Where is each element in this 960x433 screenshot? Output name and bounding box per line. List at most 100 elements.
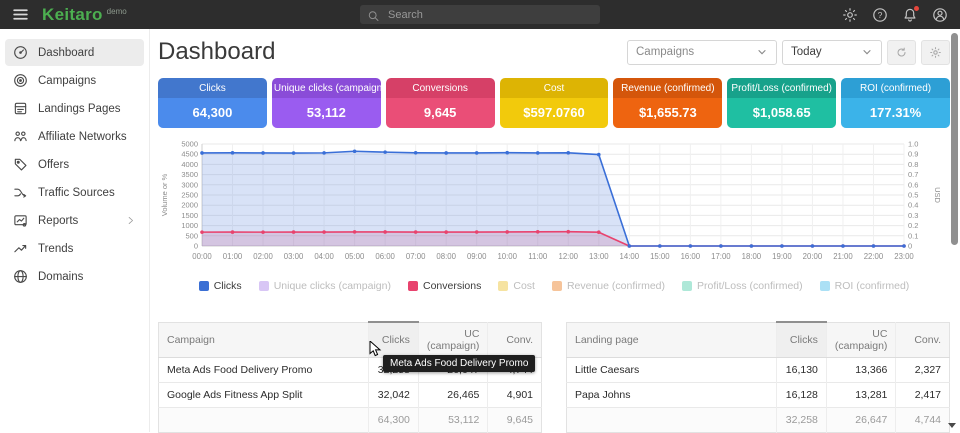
target-icon bbox=[13, 73, 28, 88]
sidebar-item-campaigns[interactable]: Campaigns bbox=[5, 67, 144, 94]
column-header[interactable]: Conv. bbox=[896, 322, 950, 357]
date-range-value: Today bbox=[791, 46, 822, 58]
stat-card-label: Conversions bbox=[386, 78, 495, 98]
tag-icon bbox=[13, 157, 28, 172]
svg-text:0.8: 0.8 bbox=[908, 160, 918, 169]
help-icon[interactable]: ? bbox=[872, 7, 888, 23]
pages-icon bbox=[13, 101, 28, 116]
total-cell: 53,112 bbox=[418, 407, 488, 432]
svg-text:USD: USD bbox=[933, 187, 942, 203]
sidebar-item-domains[interactable]: Domains bbox=[5, 263, 144, 290]
total-cell: 4,744 bbox=[896, 407, 950, 432]
stat-card: Conversions 9,645 bbox=[386, 78, 495, 128]
sidebar-item-label: Traffic Sources bbox=[38, 187, 115, 199]
stat-card-label: Revenue (confirmed) bbox=[613, 78, 722, 98]
legend-item[interactable]: Clicks bbox=[199, 280, 242, 292]
table-cell: 26,465 bbox=[418, 382, 488, 407]
legend-item[interactable]: Revenue (confirmed) bbox=[552, 280, 665, 292]
menu-icon[interactable] bbox=[12, 6, 30, 23]
column-header[interactable]: Landing page bbox=[567, 322, 777, 357]
search-bar[interactable] bbox=[360, 5, 600, 24]
legend-swatch bbox=[820, 281, 830, 291]
stat-card-value: 64,300 bbox=[158, 98, 267, 128]
legend-item[interactable]: Unique clicks (campaign) bbox=[259, 280, 391, 292]
column-header[interactable]: UC (campaign) bbox=[826, 322, 896, 357]
stat-card-value: $597.0760 bbox=[500, 98, 609, 128]
date-range-select[interactable]: Today bbox=[782, 40, 882, 65]
page-title: Dashboard bbox=[158, 38, 275, 66]
svg-text:3500: 3500 bbox=[181, 170, 198, 179]
main-content: Dashboard Campaigns Today Clicks bbox=[150, 29, 960, 432]
traffic-chart[interactable]: 005000.110000.215000.320000.425000.53000… bbox=[158, 140, 950, 275]
traffic-icon bbox=[13, 185, 28, 200]
sidebar-item-label: Reports bbox=[38, 215, 78, 227]
stat-card: Cost $597.0760 bbox=[500, 78, 609, 128]
campaigns-table: CampaignClicksUC (campaign)Conv.Meta Ads… bbox=[158, 321, 542, 433]
sidebar-item-traffic-sources[interactable]: Traffic Sources bbox=[5, 179, 144, 206]
svg-text:07:00: 07:00 bbox=[406, 252, 426, 261]
scroll-down-arrow[interactable] bbox=[948, 423, 956, 428]
campaign-filter-select[interactable]: Campaigns bbox=[627, 40, 777, 65]
gauge-icon bbox=[13, 45, 28, 60]
stat-card: Clicks 64,300 bbox=[158, 78, 267, 128]
notifications-icon[interactable] bbox=[902, 7, 918, 23]
account-icon[interactable] bbox=[932, 7, 948, 23]
legend-label: Clicks bbox=[214, 280, 242, 292]
svg-text:01:00: 01:00 bbox=[223, 252, 243, 261]
column-header[interactable]: UC (campaign) bbox=[418, 322, 488, 357]
column-header[interactable]: Conv. bbox=[488, 322, 542, 357]
legend-item[interactable]: Profit/Loss (confirmed) bbox=[682, 280, 803, 292]
chevron-right-icon bbox=[125, 215, 136, 226]
stat-card-value: $1,058.65 bbox=[727, 98, 836, 128]
stat-card-label: ROI (confirmed) bbox=[841, 78, 950, 98]
svg-text:17:00: 17:00 bbox=[711, 252, 731, 261]
legend-swatch bbox=[408, 281, 418, 291]
svg-text:500: 500 bbox=[185, 231, 198, 240]
stat-card: Profit/Loss (confirmed) $1,058.65 bbox=[727, 78, 836, 128]
svg-text:19:00: 19:00 bbox=[772, 252, 792, 261]
legend-label: Conversions bbox=[423, 280, 481, 292]
svg-text:22:00: 22:00 bbox=[864, 252, 884, 261]
legend-item[interactable]: Cost bbox=[498, 280, 535, 292]
legend-item[interactable]: Conversions bbox=[408, 280, 481, 292]
table-row[interactable]: Google Ads Fitness App Split32,04226,465… bbox=[159, 382, 542, 407]
refresh-button[interactable] bbox=[887, 40, 916, 65]
settings-icon[interactable] bbox=[842, 7, 858, 23]
total-cell bbox=[567, 407, 777, 432]
table-cell: Little Caesars bbox=[567, 357, 777, 382]
svg-text:0.6: 0.6 bbox=[908, 180, 918, 189]
refresh-icon bbox=[895, 46, 908, 59]
brand-demo-badge: demo bbox=[107, 7, 127, 16]
svg-text:0: 0 bbox=[908, 242, 912, 251]
sidebar-item-affiliate-networks[interactable]: Affiliate Networks bbox=[5, 123, 144, 150]
sidebar-item-dashboard[interactable]: Dashboard bbox=[5, 39, 144, 66]
notification-badge bbox=[914, 6, 919, 11]
brand-logo[interactable]: Keitaro demo bbox=[42, 6, 127, 23]
hover-tooltip: Meta Ads Food Delivery Promo bbox=[383, 355, 535, 372]
top-bar: Keitaro demo ? bbox=[0, 0, 960, 29]
legend-label: Profit/Loss (confirmed) bbox=[697, 280, 803, 292]
table-row[interactable]: Little Caesars16,13013,3662,327 bbox=[567, 357, 950, 382]
legend-swatch bbox=[259, 281, 269, 291]
table-cell: Meta Ads Food Delivery Promo bbox=[159, 357, 369, 382]
svg-text:0.3: 0.3 bbox=[908, 211, 918, 220]
search-input[interactable] bbox=[386, 8, 593, 22]
sidebar-item-trends[interactable]: Trends bbox=[5, 235, 144, 262]
column-header[interactable]: Clicks bbox=[777, 322, 827, 357]
scrollbar-thumb[interactable] bbox=[951, 33, 958, 245]
landings-table: Landing pageClicksUC (campaign)Conv.Litt… bbox=[566, 321, 950, 433]
sidebar-item-reports[interactable]: Reports bbox=[5, 207, 144, 234]
svg-text:21:00: 21:00 bbox=[833, 252, 853, 261]
svg-text:12:00: 12:00 bbox=[559, 252, 579, 261]
svg-text:15:00: 15:00 bbox=[650, 252, 670, 261]
legend-item[interactable]: ROI (confirmed) bbox=[820, 280, 910, 292]
column-header[interactable]: Campaign bbox=[159, 322, 369, 357]
sidebar-item-landings-pages[interactable]: Landings Pages bbox=[5, 95, 144, 122]
table-row[interactable]: Papa Johns16,12813,2812,417 bbox=[567, 382, 950, 407]
svg-text:23:00: 23:00 bbox=[894, 252, 914, 261]
svg-text:11:00: 11:00 bbox=[528, 252, 548, 261]
svg-text:05:00: 05:00 bbox=[345, 252, 365, 261]
dashboard-settings-button[interactable] bbox=[921, 40, 950, 65]
svg-text:00:00: 00:00 bbox=[192, 252, 212, 261]
sidebar-item-offers[interactable]: Offers bbox=[5, 151, 144, 178]
